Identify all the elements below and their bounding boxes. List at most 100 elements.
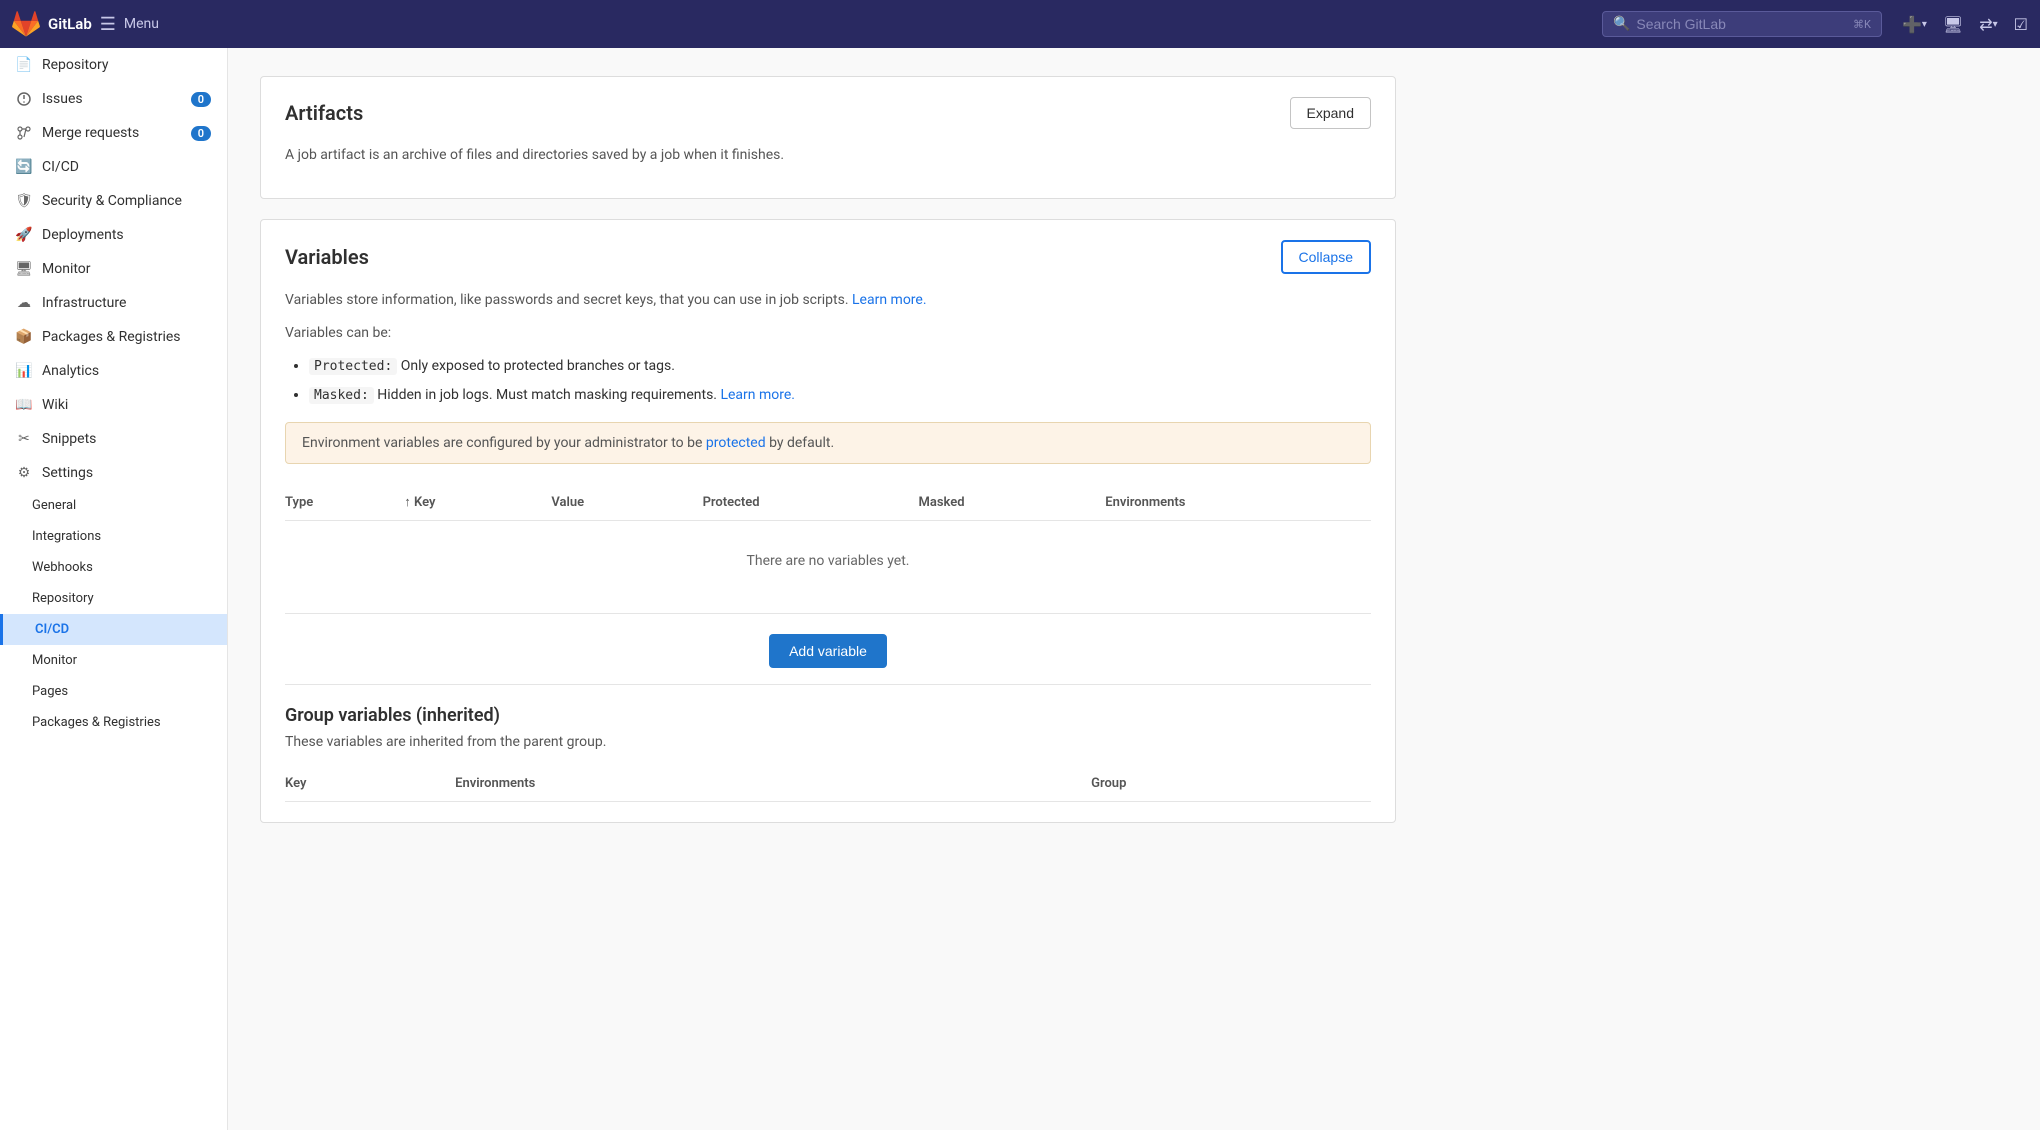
- search-input[interactable]: [1636, 16, 1847, 32]
- warning-suffix: by default.: [769, 435, 834, 451]
- sidebar-label: Packages & Registries: [42, 329, 181, 345]
- sidebar-sub-label: Packages & Registries: [32, 715, 161, 730]
- monitor-icon: 🖥: [16, 261, 32, 277]
- todo-icon[interactable]: ☑: [2014, 15, 2028, 34]
- issues-icon: [16, 91, 32, 107]
- variables-description: Variables store information, like passwo…: [285, 290, 1371, 311]
- infra-icon: ☁: [16, 295, 32, 311]
- variables-types-list: Protected: Only exposed to protected bra…: [309, 356, 1371, 406]
- sort-icon: ↑: [404, 495, 411, 510]
- search-bar[interactable]: 🔍 ⌘K: [1602, 11, 1882, 37]
- sidebar-sub-label: CI/CD: [35, 622, 69, 637]
- artifacts-description: A job artifact is an archive of files an…: [285, 145, 1371, 166]
- sidebar-sub-integrations[interactable]: Integrations: [0, 521, 227, 552]
- type-header: Type: [285, 484, 392, 521]
- variables-empty-row: There are no variables yet.: [285, 521, 1371, 602]
- sidebar-sub-monitor[interactable]: Monitor: [0, 645, 227, 676]
- package-icon: 📦: [16, 329, 32, 345]
- group-vars-table-head: Key Environments Group: [285, 766, 1371, 802]
- warning-protected-link[interactable]: protected: [706, 435, 766, 451]
- add-variable-row: Add variable: [285, 634, 1371, 668]
- deploy-icon: 🚀: [16, 227, 32, 243]
- sidebar-item-wiki[interactable]: 📖 Wiki: [0, 388, 227, 422]
- sidebar-sub-general[interactable]: General: [0, 490, 227, 521]
- artifacts-header: Artifacts Expand: [261, 77, 1395, 145]
- protected-type-item: Protected: Only exposed to protected bra…: [309, 356, 1371, 377]
- settings-icon: ⚙: [16, 465, 32, 481]
- key-header: ↑ Key: [392, 484, 539, 521]
- variables-table-head: Type ↑ Key Value Protected Masked Enviro…: [285, 484, 1371, 521]
- variables-table: Type ↑ Key Value Protected Masked Enviro…: [285, 484, 1371, 601]
- masked-desc: Hidden in job logs. Must match masking r…: [377, 387, 717, 403]
- repo-icon: 📄: [16, 57, 32, 73]
- merge-badge: 0: [191, 126, 211, 141]
- sidebar-label: Snippets: [42, 431, 96, 447]
- cicd-icon: 🔄: [16, 159, 32, 175]
- sidebar-label: Analytics: [42, 363, 99, 379]
- sidebar-item-issues[interactable]: Issues 0: [0, 82, 227, 116]
- sidebar-label: Repository: [42, 57, 108, 73]
- sidebar-item-security[interactable]: 🛡 Security & Compliance: [0, 184, 227, 218]
- masked-learn-more-link[interactable]: Learn more.: [720, 387, 795, 403]
- variables-learn-more-link[interactable]: Learn more.: [852, 292, 927, 308]
- search-shortcut: ⌘K: [1853, 18, 1871, 31]
- variables-collapse-button[interactable]: Collapse: [1281, 240, 1371, 274]
- layout: 📄 Repository Issues 0 Merge requests 0 🔄…: [0, 48, 2040, 1130]
- sidebar-sub-webhooks[interactable]: Webhooks: [0, 552, 227, 583]
- sidebar-item-analytics[interactable]: 📊 Analytics: [0, 354, 227, 388]
- artifacts-expand-button[interactable]: Expand: [1290, 97, 1371, 129]
- masked-type-item: Masked: Hidden in job logs. Must match m…: [309, 385, 1371, 406]
- add-variable-button[interactable]: Add variable: [769, 634, 887, 668]
- variables-warning-box: Environment variables are configured by …: [285, 422, 1371, 464]
- gitlab-logo[interactable]: GitLab: [12, 10, 92, 38]
- sidebar-label: Infrastructure: [42, 295, 126, 311]
- group-variables-section: Group variables (inherited) These variab…: [285, 705, 1371, 802]
- variables-table-body: There are no variables yet.: [285, 521, 1371, 602]
- group-variables-table: Key Environments Group: [285, 766, 1371, 802]
- screen-icon[interactable]: 🖥: [1943, 15, 1963, 34]
- sidebar-sub-cicd[interactable]: CI/CD: [0, 614, 227, 645]
- merge-request-icon[interactable]: ⇄ ▾: [1979, 15, 1997, 34]
- sidebar-sub-label: Pages: [32, 684, 68, 699]
- protected-code: Protected:: [309, 358, 397, 375]
- sidebar-sub-label: General: [32, 498, 76, 513]
- sidebar-item-merge-requests[interactable]: Merge requests 0: [0, 116, 227, 150]
- logo-text: GitLab: [48, 15, 92, 33]
- plus-icon[interactable]: ➕ ▾: [1902, 15, 1927, 34]
- merge-icon: [16, 125, 32, 141]
- sidebar-sub-repository[interactable]: Repository: [0, 583, 227, 614]
- variables-section: Variables Collapse Variables store infor…: [260, 219, 1396, 823]
- value-header: Value: [539, 484, 690, 521]
- sidebar-item-packages[interactable]: 📦 Packages & Registries: [0, 320, 227, 354]
- sidebar-item-cicd[interactable]: 🔄 CI/CD: [0, 150, 227, 184]
- artifacts-body: A job artifact is an archive of files an…: [261, 145, 1395, 198]
- warning-text: Environment variables are configured by …: [302, 435, 702, 451]
- navbar-actions: ➕ ▾ 🖥 ⇄ ▾ ☑: [1902, 15, 2028, 34]
- group-vars-header-row: Key Environments Group: [285, 766, 1371, 802]
- sidebar-item-repository[interactable]: 📄 Repository: [0, 48, 227, 82]
- sidebar-sub-packages[interactable]: Packages & Registries: [0, 707, 227, 738]
- variables-can-be: Variables can be:: [285, 323, 1371, 344]
- sidebar-item-settings[interactable]: ⚙ Settings: [0, 456, 227, 490]
- snippets-icon: ✂: [16, 431, 32, 447]
- key-header-label: Key: [414, 495, 435, 510]
- menu-label: Menu: [124, 16, 159, 32]
- group-vars-divider: [285, 684, 1371, 685]
- variables-table-header-row: Type ↑ Key Value Protected Masked Enviro…: [285, 484, 1371, 521]
- sidebar-sub-label: Monitor: [32, 653, 77, 668]
- sidebar-item-infrastructure[interactable]: ☁ Infrastructure: [0, 286, 227, 320]
- artifacts-title: Artifacts: [285, 101, 363, 125]
- sidebar-label: Merge requests: [42, 125, 139, 141]
- group-key-header: Key: [285, 766, 455, 802]
- sidebar-item-snippets[interactable]: ✂ Snippets: [0, 422, 227, 456]
- sidebar-sub-pages[interactable]: Pages: [0, 676, 227, 707]
- table-divider: [285, 613, 1371, 614]
- sidebar-item-monitor[interactable]: 🖥 Monitor: [0, 252, 227, 286]
- sidebar-label: Settings: [42, 465, 93, 481]
- menu-button[interactable]: ☰ Menu: [100, 14, 159, 35]
- group-environments-header: Environments: [455, 766, 1091, 802]
- sidebar-item-deployments[interactable]: 🚀 Deployments: [0, 218, 227, 252]
- sidebar-label: Deployments: [42, 227, 124, 243]
- environments-header: Environments: [1093, 484, 1371, 521]
- variables-title: Variables: [285, 245, 369, 269]
